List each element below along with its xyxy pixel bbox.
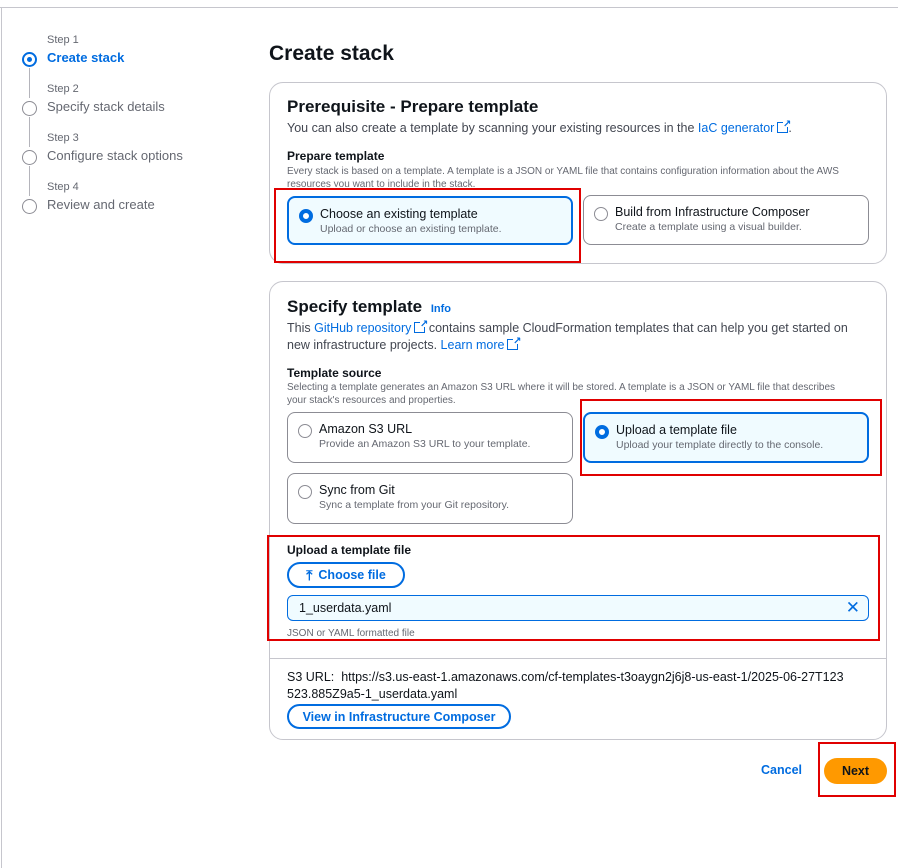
step-2: Step 2 Specify stack details xyxy=(22,83,252,147)
wizard-steps: Step 1 Create stack Step 2 Specify stack… xyxy=(22,34,252,230)
learn-more-link[interactable]: Learn more xyxy=(441,338,505,352)
step-pending-icon xyxy=(22,150,37,165)
divider xyxy=(270,658,886,659)
cancel-button[interactable]: Cancel xyxy=(761,763,802,777)
left-border xyxy=(1,8,2,868)
external-link-icon xyxy=(507,333,521,350)
desc-text: You can also create a template by scanni… xyxy=(287,121,698,135)
specify-template-title: Specify template Info xyxy=(287,297,451,317)
highlight-box xyxy=(580,399,882,476)
iac-generator-link[interactable]: IaC generator xyxy=(698,121,774,135)
template-source-label: Template source xyxy=(287,366,382,380)
radio-icon[interactable] xyxy=(594,207,608,221)
prepare-template-label: Prepare template xyxy=(287,149,385,163)
highlight-box xyxy=(818,742,896,797)
step-label: Review and create xyxy=(47,197,155,212)
external-link-icon xyxy=(777,116,791,133)
step-3: Step 3 Configure stack options xyxy=(22,132,252,196)
highlight-box xyxy=(267,535,880,641)
external-link-icon xyxy=(414,316,428,333)
info-link[interactable]: Info xyxy=(431,303,451,315)
github-repository-link[interactable]: GitHub repository xyxy=(314,321,411,335)
step-number: Step 3 xyxy=(47,132,79,144)
option-subtitle: Sync a template from your Git repository… xyxy=(319,499,510,511)
option-subtitle: Create a template using a visual builder… xyxy=(615,221,802,233)
specify-template-description: This GitHub repository contains sample C… xyxy=(287,316,857,354)
prerequisite-title: Prerequisite - Prepare template xyxy=(287,97,539,116)
prerequisite-description: You can also create a template by scanni… xyxy=(287,116,792,137)
step-pending-icon xyxy=(22,199,37,214)
amazon-s3-url-option[interactable]: Amazon S3 URL Provide an Amazon S3 URL t… xyxy=(287,412,573,463)
highlight-box xyxy=(274,188,581,263)
option-title: Sync from Git xyxy=(319,483,395,497)
top-border xyxy=(0,7,898,8)
step-active-icon xyxy=(22,52,37,67)
sync-from-git-option[interactable]: Sync from Git Sync a template from your … xyxy=(287,473,573,524)
s3-url-text: S3 URL: https://s3.us-east-1.amazonaws.c… xyxy=(287,669,847,703)
desc-text: This xyxy=(287,321,315,335)
step-number: Step 1 xyxy=(47,34,79,46)
radio-icon[interactable] xyxy=(298,424,312,438)
radio-icon[interactable] xyxy=(298,485,312,499)
step-label: Specify stack details xyxy=(47,99,165,114)
step-number: Step 4 xyxy=(47,181,79,193)
page-title: Create stack xyxy=(269,42,394,65)
specify-template-heading: Specify template xyxy=(287,297,423,316)
prepare-template-help: Every stack is based on a template. A te… xyxy=(287,166,839,187)
s3-url-label: S3 URL: xyxy=(287,670,335,684)
option-title: Build from Infrastructure Composer xyxy=(615,205,810,219)
step-number: Step 2 xyxy=(47,83,79,95)
view-in-composer-button[interactable]: View in Infrastructure Composer xyxy=(287,704,511,729)
step-pending-icon xyxy=(22,101,37,116)
step-1[interactable]: Step 1 Create stack xyxy=(22,34,252,98)
step-label: Create stack xyxy=(47,50,125,65)
option-subtitle: Provide an Amazon S3 URL to your templat… xyxy=(319,438,531,450)
step-4: Step 4 Review and create xyxy=(22,181,252,230)
step-label: Configure stack options xyxy=(47,148,183,163)
s3-url-value: https://s3.us-east-1.amazonaws.com/cf-te… xyxy=(287,670,844,701)
build-from-composer-option[interactable]: Build from Infrastructure Composer Creat… xyxy=(583,195,869,245)
option-title: Amazon S3 URL xyxy=(319,422,413,436)
